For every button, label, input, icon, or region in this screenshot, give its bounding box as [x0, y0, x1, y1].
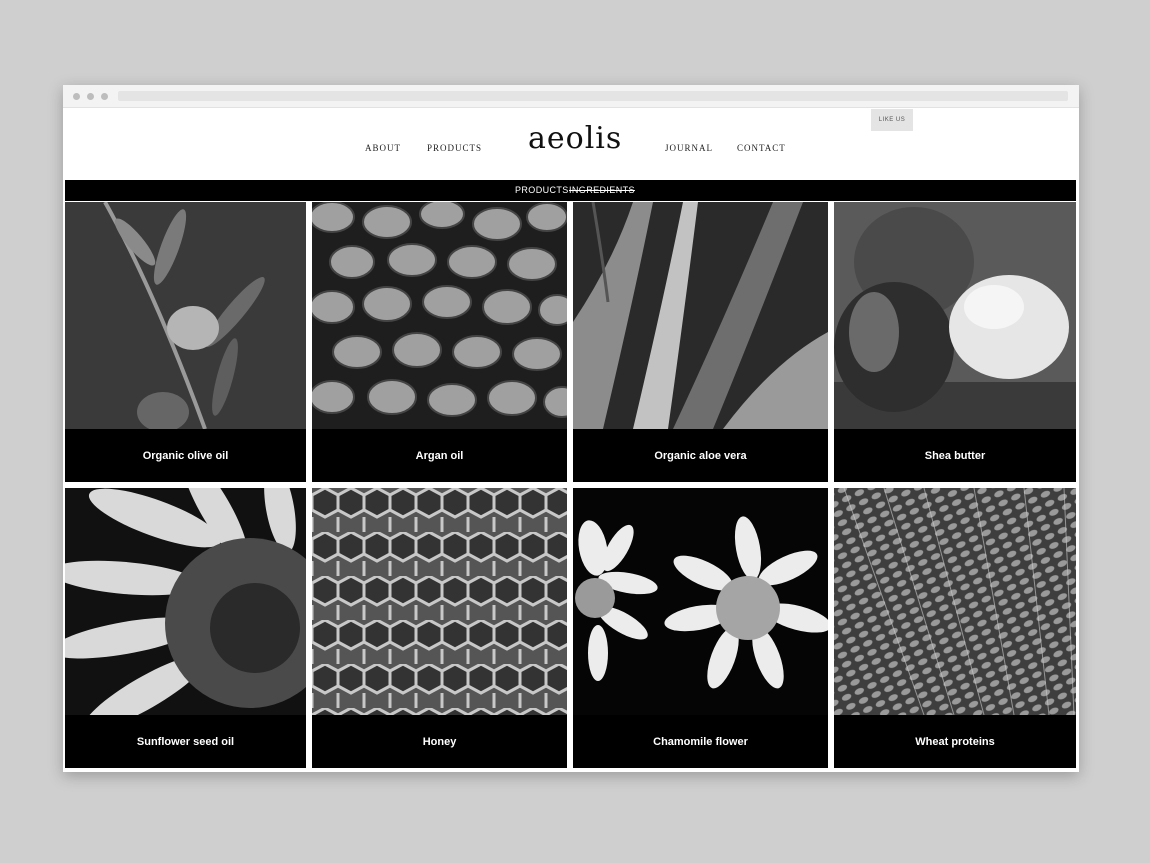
shea-butter-icon [834, 202, 1076, 429]
ingredient-name: Wheat proteins [915, 735, 995, 748]
ingredient-card-shea-butter[interactable]: Shea butter [834, 202, 1076, 482]
ingredient-name: Argan oil [415, 449, 464, 462]
ingredient-name: Sunflower seed oil [136, 735, 235, 748]
ingredient-name: Organic olive oil [142, 449, 229, 462]
nav-journal[interactable]: JOURNAL [665, 143, 713, 153]
ingredient-card-chamomile[interactable]: Chamomile flower [573, 488, 828, 768]
ingredients-grid: Organic olive oil Argan oil Organic aloe… [65, 202, 1076, 772]
tab-ingredients[interactable]: INGREDIENTS [569, 185, 635, 195]
honeycomb-icon [312, 488, 567, 715]
like-us-button[interactable]: LIKE US [871, 109, 913, 131]
category-subnav: PRODUCTS INGREDIENTS [65, 180, 1076, 201]
ingredient-card-honey[interactable]: Honey [312, 488, 567, 768]
chamomile-icon [573, 488, 828, 715]
ingredient-card-olive-oil[interactable]: Organic olive oil [65, 202, 306, 482]
window-maximize-dot[interactable] [101, 93, 108, 100]
sunflower-icon [65, 488, 306, 715]
ingredient-card-sunflower-seed-oil[interactable]: Sunflower seed oil [65, 488, 306, 768]
wheat-icon [834, 488, 1076, 715]
ingredient-card-wheat-proteins[interactable]: Wheat proteins [834, 488, 1076, 768]
ingredient-name: Chamomile flower [653, 735, 748, 748]
ingredient-name: Shea butter [924, 449, 986, 462]
olive-branch-icon [65, 202, 306, 429]
ingredient-name: Organic aloe vera [654, 449, 747, 462]
window-minimize-dot[interactable] [87, 93, 94, 100]
nav-about[interactable]: ABOUT [365, 143, 401, 153]
tab-products[interactable]: PRODUCTS [515, 185, 569, 195]
browser-toolbar [63, 85, 1079, 108]
ingredient-name: Honey [422, 735, 457, 748]
nav-products[interactable]: PRODUCTS [427, 143, 482, 153]
nav-contact[interactable]: CONTACT [737, 143, 786, 153]
site-header: ABOUT PRODUCTS aeolis JOURNAL CONTACT LI… [63, 107, 1079, 180]
window-close-dot[interactable] [73, 93, 80, 100]
ingredient-card-aloe-vera[interactable]: Organic aloe vera [573, 202, 828, 482]
aloe-leaves-icon [573, 202, 828, 429]
argan-nuts-icon [312, 202, 567, 429]
ingredient-card-argan-oil[interactable]: Argan oil [312, 202, 567, 482]
site-logo[interactable]: aeolis [528, 121, 622, 156]
address-bar[interactable] [118, 91, 1068, 101]
browser-window: ABOUT PRODUCTS aeolis JOURNAL CONTACT LI… [63, 85, 1079, 772]
